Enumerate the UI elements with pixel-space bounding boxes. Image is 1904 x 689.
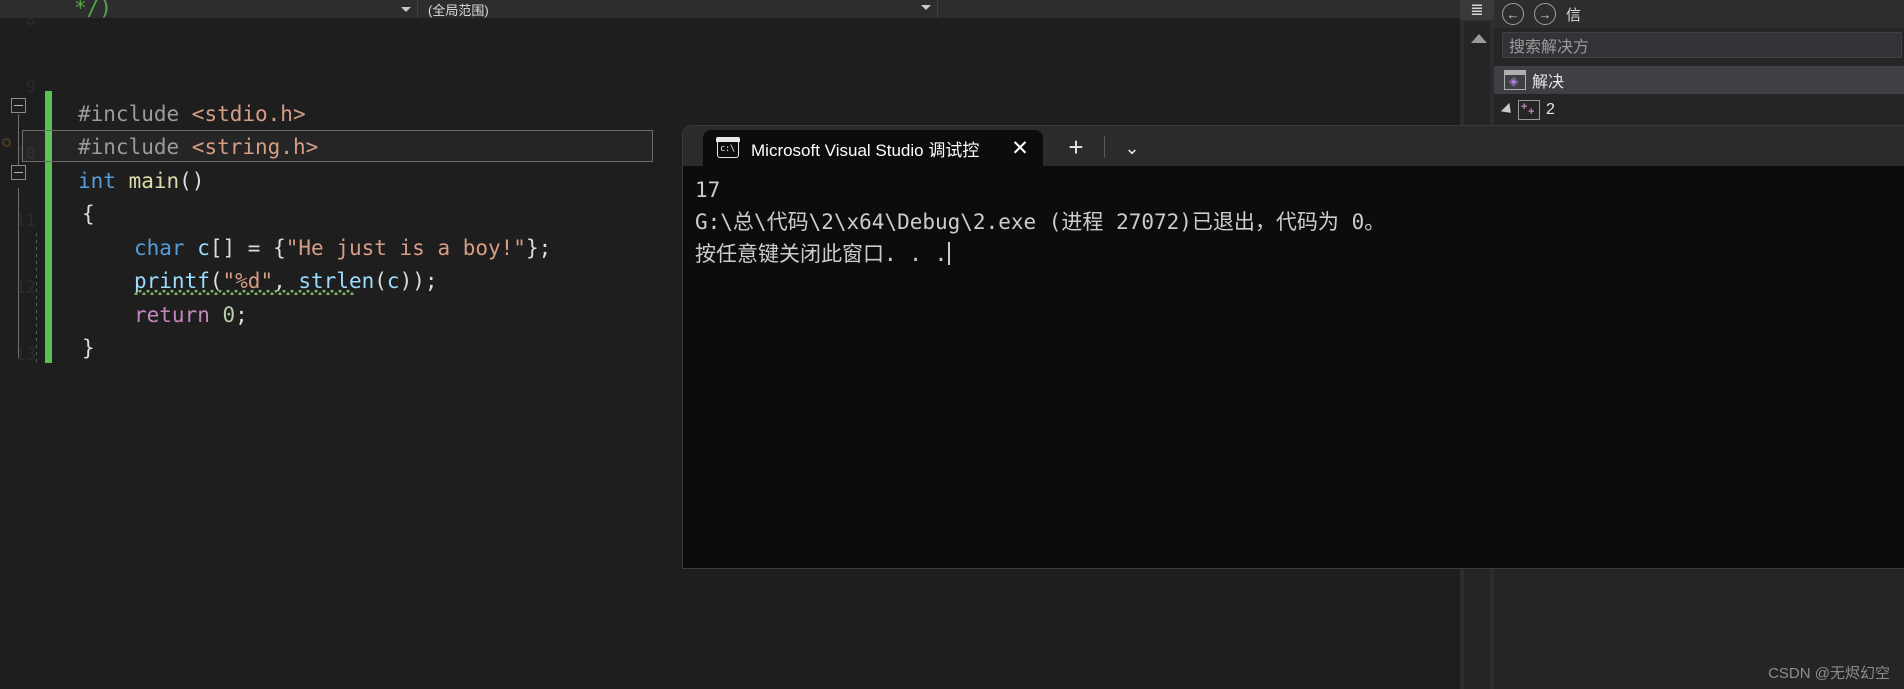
block-guide-line xyxy=(18,188,19,358)
close-icon[interactable]: ✕ xyxy=(1007,138,1033,159)
solution-explorer-item-label: 2 xyxy=(1546,101,1555,118)
text-cursor xyxy=(948,242,951,265)
watermark-text: CSDN @无烬幻空 xyxy=(1768,665,1890,682)
project-icon: + + xyxy=(1518,100,1540,120)
fold-toggle-include[interactable] xyxy=(11,98,26,113)
code-line: #include <string.h> xyxy=(78,135,319,159)
solution-explorer-item-solution[interactable]: 解决 xyxy=(1494,66,1904,94)
console-icon xyxy=(716,137,740,158)
console-window[interactable]: Microsoft Visual Studio 调试控 ✕ + ⌄ 17 G:\… xyxy=(683,126,1904,568)
code-line: { xyxy=(82,202,95,226)
code-line: #include <stdio.h> xyxy=(78,102,306,126)
member-dropdown-right[interactable] xyxy=(938,0,1478,18)
console-tab-title: Microsoft Visual Studio 调试控 xyxy=(751,140,980,160)
console-output-line: G:\总\代码\2\x64\Debug\2.exe (进程 27072)已退出，… xyxy=(695,210,1386,234)
scope-dropdown[interactable]: (全局范围) xyxy=(418,0,938,18)
toolbar-divider xyxy=(1104,136,1105,158)
plus-icon[interactable]: + xyxy=(1059,134,1093,162)
member-scope-dropdown-left[interactable] xyxy=(0,0,418,18)
arrow-right-icon[interactable]: → xyxy=(1534,3,1556,25)
console-output-line: 17 xyxy=(695,178,721,202)
arrow-up-icon[interactable] xyxy=(1471,34,1487,43)
split-window-icon[interactable]: ≣ xyxy=(1460,0,1494,20)
console-output-text: 按任意键关闭此窗口. . . xyxy=(695,242,948,266)
fold-toggle-main[interactable] xyxy=(11,165,26,180)
console-titlebar[interactable]: Microsoft Visual Studio 调试控 ✕ + ⌄ xyxy=(683,126,1904,166)
code-line: return 0; xyxy=(134,303,248,327)
arrow-left-icon[interactable]: ← xyxy=(1502,3,1524,25)
app-window: (全局范围) 8 9 10 11 12 13 */) #include <std… xyxy=(0,0,1904,689)
chevron-down-icon xyxy=(921,5,931,10)
search-input[interactable]: 搜索解决方 xyxy=(1502,32,1902,58)
code-line: */) xyxy=(74,0,112,20)
solution-explorer-toolbar-extra[interactable]: 信 xyxy=(1566,4,1581,25)
console-tab[interactable]: Microsoft Visual Studio 调试控 ✕ xyxy=(703,130,1043,166)
chevron-down-icon[interactable]: ⌄ xyxy=(1115,134,1149,162)
solution-explorer-item-label: 解决 xyxy=(1532,74,1565,91)
bookmark-indicator[interactable] xyxy=(2,138,11,147)
scope-dropdown-label: (全局范围) xyxy=(428,2,489,18)
line-number: 9 xyxy=(25,77,36,97)
code-line: char c[] = {"He just is a boy!"}; xyxy=(134,236,552,260)
editor-navigation-bar: (全局范围) xyxy=(0,0,1478,18)
code-line: int main() xyxy=(78,169,205,193)
warning-squiggle xyxy=(134,290,354,295)
console-output[interactable]: 17 G:\总\代码\2\x64\Debug\2.exe (进程 27072)已… xyxy=(683,166,1904,568)
line-number: 8 xyxy=(25,18,36,30)
solution-explorer-item-project[interactable]: + + 2 xyxy=(1494,96,1904,124)
search-placeholder: 搜索解决方 xyxy=(1509,39,1590,56)
solution-icon xyxy=(1504,70,1526,90)
editor-gutter: 8 9 10 11 12 13 xyxy=(0,18,40,689)
chevron-down-icon xyxy=(401,6,411,12)
expander-triangle-icon[interactable] xyxy=(1500,102,1516,118)
indent-guide xyxy=(36,233,37,363)
code-line: } xyxy=(82,336,95,360)
console-output-line-last: 按任意键关闭此窗口. . . xyxy=(695,238,1904,270)
solution-explorer-toolbar: ← → 信 xyxy=(1494,0,1904,28)
